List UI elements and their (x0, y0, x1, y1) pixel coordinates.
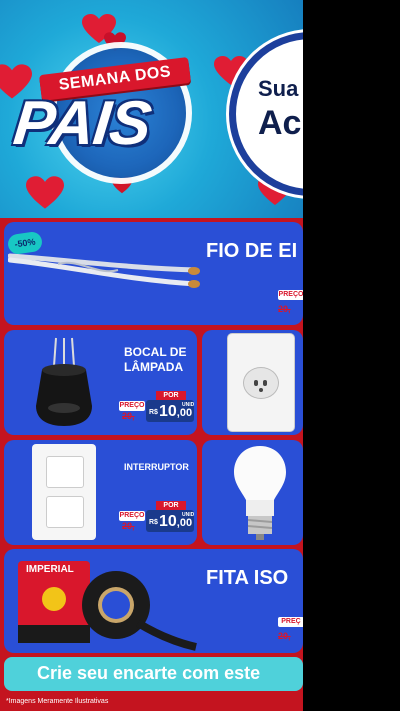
lamp-socket-image (36, 337, 92, 426)
currency-symbol: R$ (149, 409, 158, 416)
heart-icon (26, 176, 64, 209)
product-card-socket: BOCAL DE LÂMPADA POR R$ 10,00 UNID PREÇO… (4, 330, 197, 435)
event-title-line2: PAIS (10, 89, 154, 158)
price-label: PREÇO (278, 290, 303, 300)
promo-badge-line2: Ac (258, 104, 302, 142)
unit-label: UNID (182, 512, 195, 518)
outlet-socket-icon (243, 367, 279, 399)
promo-badge-line1: Sua (258, 76, 299, 101)
led-bulb-image (234, 446, 286, 540)
price-label: PREÇ (278, 617, 303, 627)
por-label: POR (156, 501, 186, 510)
product-title-switch: INTERRUPTOR (124, 462, 189, 472)
electric-cable-image (8, 253, 200, 288)
product-card-bulb (202, 440, 303, 545)
outlet-plate-image (228, 334, 294, 431)
flyer-canvas: SEMANA DOS PAIS Sua Ac FIO DE EI PREÇO 2… (0, 0, 400, 711)
price-label: PREÇO (119, 511, 145, 521)
old-price: 20, (278, 304, 291, 314)
product-card-outlet (202, 330, 303, 435)
por-label: POR (156, 391, 186, 400)
tape-brand-label: IMPERIAL (26, 564, 74, 575)
old-price: 20, (278, 631, 291, 641)
price-label: PREÇO (119, 401, 145, 411)
old-price: 20, (122, 411, 135, 421)
product-title-socket-line1: BOCAL DE (124, 345, 187, 359)
product-title-tape: FITA ISO (206, 567, 289, 589)
product-card-cable: FIO DE EI PREÇO 20, (4, 222, 303, 325)
unit-label: UNID (182, 402, 195, 408)
cta-text[interactable]: Crie seu encarte com este (37, 663, 260, 684)
light-switch-image (32, 444, 96, 540)
product-card-tape: IMPERIAL FITA ISO PREÇ 20, (4, 549, 303, 653)
disclaimer-text: *Imagens Meramente Ilustrativas (6, 698, 109, 705)
product-card-switch: INTERRUPTOR POR R$ 10,00 UNID PREÇO 20, (4, 440, 197, 545)
right-edge-blackout (303, 0, 400, 711)
currency-symbol: R$ (149, 519, 158, 526)
product-title-socket-line2: LÂMPADA (124, 360, 184, 374)
product-title-cable: FIO DE EI (206, 240, 298, 262)
old-price: 20, (122, 521, 135, 531)
